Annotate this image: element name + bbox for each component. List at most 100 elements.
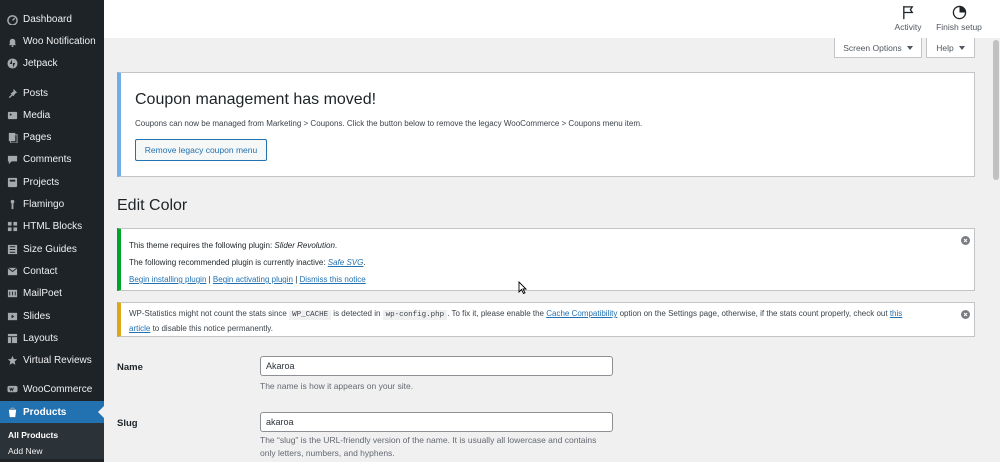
coupon-notice-title: Coupon management has moved! [135, 91, 377, 108]
page-title: Edit Color [117, 197, 188, 214]
blocks-icon [6, 221, 18, 233]
sidebar-item-label: WooCommerce [23, 384, 93, 396]
layouts-icon [6, 332, 18, 344]
scrollbar-thumb[interactable] [993, 40, 999, 180]
caret-down-icon [906, 45, 913, 50]
this-article-link[interactable]: this [890, 309, 902, 318]
punctuation: . [363, 258, 366, 267]
remove-legacy-coupon-button[interactable]: Remove legacy coupon menu [135, 139, 267, 161]
safe-svg-link[interactable]: Safe SVG [328, 258, 364, 267]
sidebar-item-pages[interactable]: Pages [0, 126, 104, 148]
name-description: The name is how it appears on your site. [260, 381, 414, 391]
sidebar-item-html-blocks[interactable]: HTML Blocks [0, 216, 104, 238]
sidebar-item-contact[interactable]: Contact [0, 260, 104, 282]
required-plugin-line: This theme requires the following plugin… [129, 241, 337, 250]
slides-icon [6, 310, 18, 322]
wp-statistics-text: WP-Statistics might not count the stats … [129, 307, 954, 335]
sidebar-item-woo-notification[interactable]: Woo Notification [0, 30, 104, 52]
screen-options-button[interactable]: Screen Options [834, 38, 922, 58]
sidebar-item-label: Contact [23, 265, 58, 277]
close-icon[interactable] [961, 310, 970, 319]
sidebar-item-label: Posts [23, 87, 49, 99]
coupon-notice-text: Coupons can now be managed from Marketin… [135, 119, 643, 128]
dismiss-notice-link[interactable]: Dismiss this notice [300, 275, 366, 284]
sidebar-item-label: Projects [23, 176, 60, 188]
flag-icon [902, 5, 913, 20]
star-icon [6, 355, 18, 367]
woocommerce-icon [6, 384, 18, 396]
punctuation: . [334, 241, 338, 250]
sidebar-item-label: Size Guides [23, 243, 77, 255]
close-icon[interactable] [961, 236, 970, 245]
sidebar-item-products[interactable]: Products [0, 401, 104, 424]
progress-circle-icon [952, 5, 966, 20]
sidebar-item-label: MailPoet [23, 288, 62, 300]
sidebar-item-label: Comments [23, 154, 72, 166]
mailpoet-icon [6, 288, 18, 300]
wp-cache-code: WP_CACHE [289, 310, 332, 320]
slug-input[interactable] [260, 412, 613, 432]
sidebar-item-label: Woo Notification [23, 35, 96, 47]
required-plugin-text: This theme requires the following plugin… [129, 241, 275, 250]
sidebar-item-dashboard[interactable]: Dashboard [0, 8, 104, 30]
mouse-cursor-icon [518, 281, 527, 294]
stats-text: to disable this notice permanently. [150, 324, 273, 333]
stats-text: is detected in [331, 309, 383, 318]
sidebar-item-size-guides[interactable]: Size Guides [0, 238, 104, 260]
comments-icon [6, 154, 18, 166]
pin-icon [6, 87, 18, 99]
sidebar-item-woocommerce[interactable]: WooCommerce [0, 379, 104, 401]
sidebar-item-media[interactable]: Media [0, 104, 104, 126]
begin-installing-link[interactable]: Begin installing plugin [129, 275, 206, 284]
sidebar-item-layouts[interactable]: Layouts [0, 327, 104, 349]
finish-setup-label: Finish setup [936, 22, 982, 32]
submenu-item-add-new[interactable]: Add New [0, 443, 104, 459]
slug-description: The “slug” is the URL-friendly version o… [260, 435, 597, 458]
activity-label: Activity [894, 22, 922, 32]
sidebar-item-label: Flamingo [23, 199, 65, 211]
sidebar-item-label: Jetpack [23, 58, 58, 70]
mail-icon [6, 265, 18, 277]
coupon-notice: Coupon management has moved! Coupons can… [117, 72, 975, 177]
size-guides-icon [6, 243, 18, 255]
name-input[interactable] [260, 356, 613, 376]
sidebar-item-posts[interactable]: Posts [0, 82, 104, 104]
flamingo-icon [6, 199, 18, 211]
submenu-item-all-products[interactable]: All Products [0, 427, 104, 443]
sidebar-item-mailpoet[interactable]: MailPoet [0, 283, 104, 305]
products-icon [6, 406, 18, 418]
sidebar-item-label: Slides [23, 310, 51, 322]
products-submenu: All Products Add New [0, 423, 104, 460]
sidebar-item-flamingo[interactable]: Flamingo [0, 193, 104, 215]
sidebar-item-comments[interactable]: Comments [0, 149, 104, 171]
required-plugin-name: Slider Revolution [274, 241, 335, 250]
stats-text: option on the Settings page, otherwise, … [617, 309, 890, 318]
sidebar-item-label: HTML Blocks [23, 221, 83, 233]
screen-options-label: Screen Options [843, 42, 902, 53]
sidebar-item-slides[interactable]: Slides [0, 305, 104, 327]
caret-down-icon [958, 45, 965, 50]
admin-sidebar: Dashboard Woo Notification Jetpack Posts Me… [0, 0, 104, 462]
projects-icon [6, 176, 18, 188]
begin-activating-link[interactable]: Begin activating plugin [213, 275, 293, 284]
cache-compatibility-link[interactable]: Cache Compatibility [546, 309, 617, 318]
activity-button[interactable]: Activity [888, 5, 928, 32]
this-article-link[interactable]: article [129, 324, 150, 333]
sidebar-item-jetpack[interactable]: Jetpack [0, 53, 104, 75]
plugin-action-links: Begin installing plugin | Begin activati… [129, 275, 366, 284]
sidebar-item-label: Dashboard [23, 13, 72, 25]
stats-text: . To fix it, please enable the [447, 309, 547, 318]
sidebar-item-projects[interactable]: Projects [0, 171, 104, 193]
name-label: Name [117, 362, 143, 373]
sidebar-item-label: Products [23, 406, 67, 418]
sidebar-item-label: Layouts [23, 332, 59, 344]
recommended-plugin-line: The following recommended plugin is curr… [129, 258, 366, 267]
help-label: Help [936, 42, 954, 53]
sidebar-item-label: Virtual Reviews [23, 355, 92, 367]
dashboard-icon [6, 13, 18, 25]
slug-label: Slug [117, 418, 138, 429]
help-button[interactable]: Help [926, 38, 975, 58]
sidebar-item-virtual-reviews[interactable]: Virtual Reviews [0, 349, 104, 371]
finish-setup-button[interactable]: Finish setup [934, 5, 984, 32]
jetpack-icon [6, 58, 18, 70]
